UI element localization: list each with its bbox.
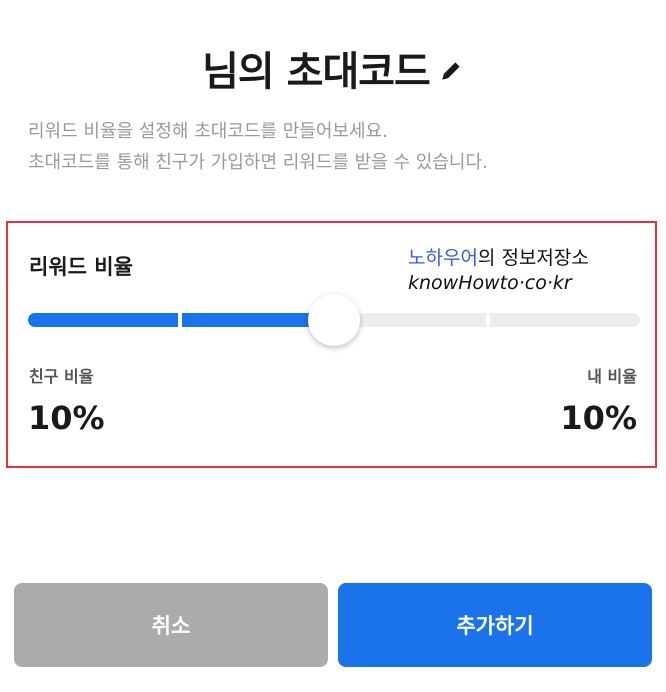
my-ratio-value: 10% xyxy=(560,399,637,437)
slider-segment-1[interactable] xyxy=(28,313,178,327)
description: 리워드 비율을 설정해 초대코드를 만들어보세요. 초대코드를 통해 친구가 가… xyxy=(28,116,648,178)
pencil-icon[interactable] xyxy=(438,58,464,84)
friend-ratio-value: 10% xyxy=(28,399,105,437)
reward-ratio-panel: 리워드 비율 노하우어의 정보저장소 knowHowto·co·kr 친구 비율… xyxy=(6,221,657,468)
slider-thumb[interactable] xyxy=(308,294,360,346)
watermark: 노하우어의 정보저장소 knowHowto·co·kr xyxy=(408,243,648,294)
description-line-1: 리워드 비율을 설정해 초대코드를 만들어보세요. xyxy=(28,121,388,142)
my-ratio-label: 내 비율 xyxy=(587,367,637,386)
slider-segment-4[interactable] xyxy=(490,313,640,327)
watermark-url: knowHowto·co·kr xyxy=(408,272,572,294)
watermark-black-text: 의 정보저장소 xyxy=(477,247,589,269)
page-title: 님의 초대코드 xyxy=(202,49,431,95)
watermark-blue-text: 노하우어 xyxy=(408,247,478,269)
friend-ratio-label: 친구 비율 xyxy=(29,367,94,386)
add-button[interactable]: 추가하기 xyxy=(338,583,652,667)
cancel-button[interactable]: 취소 xyxy=(14,583,328,667)
reward-ratio-slider[interactable] xyxy=(28,294,640,346)
reward-ratio-title: 리워드 비율 xyxy=(29,255,133,279)
invite-code-page: 님의 초대코드 리워드 비율을 설정해 초대코드를 만들어보세요. 초대코드를 … xyxy=(0,0,666,692)
description-line-2: 초대코드를 통해 친구가 가입하면 리워드를 받을 수 있습니다. xyxy=(28,152,488,173)
header: 님의 초대코드 xyxy=(0,38,666,98)
watermark-text: 노하우어의 정보저장소 xyxy=(408,243,648,270)
